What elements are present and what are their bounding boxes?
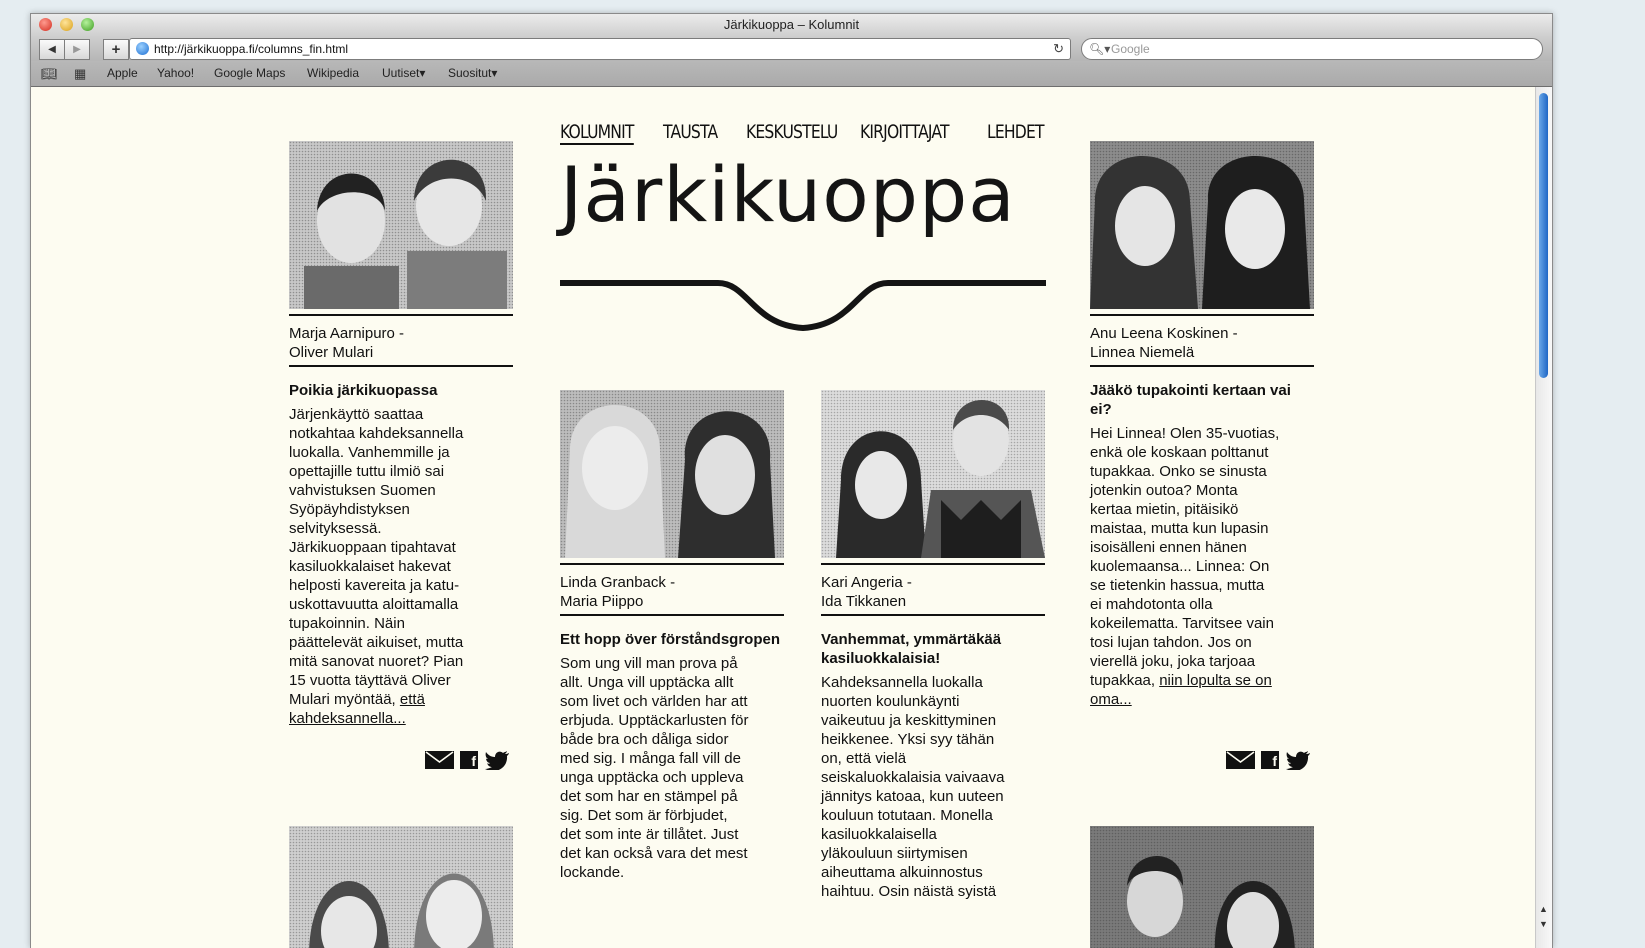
bookmark-google-maps[interactable]: Google Maps [214,61,285,86]
bookmark-uutiset[interactable]: Uutiset▾ [382,61,425,86]
book-icon[interactable]: 📖︎ [41,61,58,86]
author-photo[interactable] [821,390,1045,558]
scroll-down-icon[interactable]: ▼ [1539,919,1548,929]
url-text: http://järkikuoppa.fi/columns_fin.html [154,42,349,56]
divider [821,563,1045,565]
browser-window: Järkikuoppa – Kolumnit ◀ ▶ + http://järk… [30,13,1553,948]
column-card-1: Marja Aarnipuro - Oliver Mulari Poikia j… [289,141,513,728]
plus-icon: + [111,41,121,58]
back-arrow-icon: ◀ [48,44,56,55]
authors: Marja Aarnipuro - Oliver Mulari [289,324,513,362]
share-icons-4: f [1226,750,1311,770]
page-content: KOLUMNIT TAUSTA KESKUSTELU KIRJOITTAJAT … [31,87,1535,948]
nav-tausta[interactable]: TAUSTA [663,121,718,143]
authors: Kari Angeria - Ida Tikkanen [821,573,1045,611]
add-bookmark-button[interactable]: + [103,39,129,60]
divider [560,563,784,565]
column-title[interactable]: Poikia järkikuopassa [289,381,513,400]
forward-button[interactable]: ▶ [64,39,90,60]
vertical-scrollbar[interactable]: ▲ ▼ [1535,87,1552,948]
authors: Anu Leena Koskinen - Linnea Niemelä [1090,324,1314,362]
grid-icon[interactable]: ▦ [74,61,86,86]
facebook-icon[interactable]: f [1261,751,1279,769]
column-title[interactable]: Jääkö tupakointi kertaan vai ei? [1090,381,1314,419]
bookmarks-bar: 📖︎ ▦ Apple Yahoo! Google Maps Wikipedia … [31,61,1552,87]
share-icons-1: f [425,750,510,770]
reload-icon[interactable]: ↻ [1053,39,1064,59]
site-logo[interactable]: Järkikuoppa [560,157,1046,233]
facebook-icon[interactable]: f [460,751,478,769]
divider [1090,365,1314,367]
author-line-1: Anu Leena Koskinen - [1090,325,1238,342]
mail-icon[interactable] [1226,751,1255,769]
mail-icon[interactable] [425,751,454,769]
bookmark-apple[interactable]: Apple [107,61,138,86]
column-excerpt: Hei Linnea! Olen 35-vuotias, enkä ole ko… [1090,424,1280,709]
column-excerpt: Järjenkäyttö saattaa notkahtaa kahdeksan… [289,405,479,728]
column-title[interactable]: Vanhemmat, ymmärtäkää kasiluokkalaisia! [821,630,1045,668]
browser-toolbar: ◀ ▶ + http://järkikuoppa.fi/columns_fin.… [31,36,1552,61]
scroll-thumb[interactable] [1539,93,1548,378]
scroll-up-icon[interactable]: ▲ [1539,904,1548,914]
author-photo-row2-left[interactable] [289,826,513,948]
authors: Linda Granback - Maria Piippo [560,573,784,611]
author-photo[interactable] [1090,141,1314,309]
column-card-3: Kari Angeria - Ida Tikkanen Vanhemmat, y… [821,390,1045,901]
title-bar: Järkikuoppa – Kolumnit [31,14,1552,36]
window-controls [39,18,94,31]
twitter-icon[interactable] [484,750,510,770]
author-line-2: Linnea Niemelä [1090,344,1195,361]
author-line-1: Linda Granback - [560,574,676,591]
author-photo-row2-right[interactable] [1090,826,1314,948]
bookmark-wikipedia[interactable]: Wikipedia [307,61,359,86]
column-card-4: Anu Leena Koskinen - Linnea Niemelä Jääk… [1090,141,1314,709]
logo-curve-icon [560,280,1046,332]
divider [821,614,1045,616]
nav-kolumnit[interactable]: KOLUMNIT [560,121,634,145]
author-line-2: Maria Piippo [560,593,644,610]
column-excerpt: Kahdeksannella luokalla nuorten koulunkä… [821,674,1005,900]
nav-keskustelu[interactable]: KESKUSTELU [746,121,838,143]
divider [1090,314,1314,316]
forward-arrow-icon: ▶ [73,44,81,55]
column-excerpt: Som ung vill man prova på allt. Unga vil… [560,655,749,881]
nav-lehdet[interactable]: LEHDET [987,121,1045,143]
column-title[interactable]: Ett hopp över förståndsgropen [560,630,784,649]
globe-icon [136,42,149,55]
author-photo[interactable] [289,141,513,309]
author-line-2: Ida Tikkanen [821,593,907,610]
author-line-1: Kari Angeria - [821,574,912,591]
author-line-2: Oliver Mulari [289,344,374,361]
divider [560,614,784,616]
minimize-window-button[interactable] [60,18,73,31]
nav-kirjoittajat[interactable]: KIRJOITTAJAT [860,121,950,143]
close-window-button[interactable] [39,18,52,31]
bookmark-suositut[interactable]: Suositut▾ [448,61,497,86]
excerpt-text: Järjenkäyttö saattaa notkahtaa kahdeksan… [289,406,464,708]
divider [289,365,513,367]
twitter-icon[interactable] [1285,750,1311,770]
back-button[interactable]: ◀ [39,39,65,60]
search-input[interactable]: 🔍︎▾ Google [1081,38,1543,60]
zoom-window-button[interactable] [81,18,94,31]
address-bar[interactable]: http://järkikuoppa.fi/columns_fin.html ↻ [129,38,1071,60]
divider [289,314,513,316]
bookmark-yahoo[interactable]: Yahoo! [157,61,194,86]
search-placeholder: Google [1111,42,1150,56]
window-title: Järkikuoppa – Kolumnit [723,17,860,32]
author-line-1: Marja Aarnipuro - [289,325,405,342]
search-icon: 🔍︎▾ [1089,42,1111,56]
excerpt-text: Hei Linnea! Olen 35-vuotias, enkä ole ko… [1090,425,1280,689]
column-card-2: Linda Granback - Maria Piippo Ett hopp ö… [560,390,784,882]
author-photo[interactable] [560,390,784,558]
